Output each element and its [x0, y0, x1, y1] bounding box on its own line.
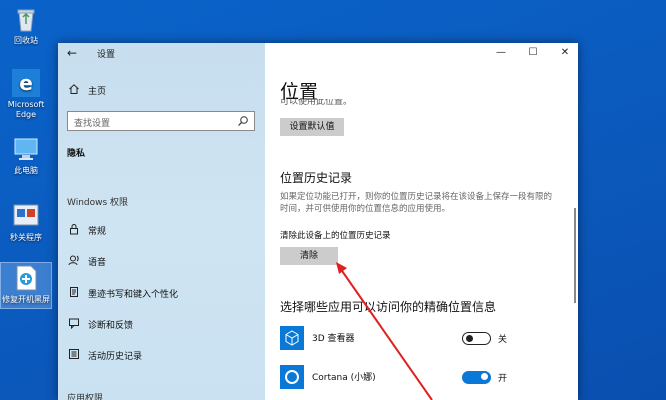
sidebar-item-label: 主页 [88, 87, 107, 97]
clear-history-button[interactable]: 清除 [280, 247, 338, 265]
app-access-heading: 选择哪些应用可以访问你的精确位置信息 [280, 300, 497, 314]
app-name: Cortana (小娜) [312, 373, 376, 383]
location-history-heading: 位置历史记录 [280, 171, 353, 185]
back-arrow-icon[interactable]: ← [67, 46, 77, 60]
cortana-toggle[interactable] [462, 371, 491, 384]
settings-window: ← 设置 主页 查找设置 隐私 Windows 权限 常规 语音 墨迹书写和键入… [58, 43, 578, 400]
section-heading-privacy: 隐私 [67, 149, 86, 159]
lock-icon [70, 224, 78, 235]
desktop-icon-repair-tool[interactable]: 修复开机黑屏 [0, 262, 52, 309]
title-bar: ← 设置 [58, 43, 265, 65]
content-scrollbar[interactable] [574, 208, 576, 303]
sidebar-item-label: 墨迹书写和键入个性化 [88, 290, 179, 300]
3d-viewer-toggle[interactable] [462, 332, 491, 345]
program-icon [13, 204, 39, 226]
toggle-state-label: 开 [498, 374, 508, 384]
sidebar-item-feedback[interactable]: 诊断和反馈 [58, 313, 265, 335]
toggle-knob [481, 373, 488, 380]
history-icon [69, 349, 79, 359]
set-default-button[interactable]: 设置默认值 [280, 118, 344, 136]
settings-content: — ☐ ✕ 位置 可以使用此位置。 设置默认值 位置历史记录 如果定位功能已打开… [265, 43, 578, 400]
sidebar-item-label: 语音 [88, 258, 107, 268]
sidebar-item-label: 诊断和反馈 [88, 321, 134, 331]
close-button[interactable]: ✕ [555, 47, 575, 58]
sidebar-item-label: 活动历史记录 [88, 352, 143, 362]
window-title: 设置 [97, 50, 116, 60]
search-placeholder: 查找设置 [74, 119, 111, 129]
3d-viewer-icon [280, 326, 304, 350]
home-icon [69, 84, 79, 94]
section-heading-app-permissions: 应用权限 [67, 394, 104, 400]
settings-sidebar: ← 设置 主页 查找设置 隐私 Windows 权限 常规 语音 墨迹书写和键入… [58, 43, 265, 400]
sidebar-item-general[interactable]: 常规 [58, 219, 265, 241]
edge-icon: e [12, 69, 40, 97]
clear-history-label: 清除此设备上的位置历史记录 [280, 231, 391, 241]
desktop-icon-edge[interactable]: e Microsoft Edge [1, 68, 51, 120]
partially-scrolled-text: 可以使用此位置。 [280, 99, 353, 107]
app-row-cortana: Cortana (小娜) 开 [280, 365, 560, 391]
app-name: 3D 查看器 [312, 334, 355, 344]
feedback-icon [69, 318, 79, 329]
app-row-3d-viewer: 3D 查看器 关 [280, 326, 560, 352]
sidebar-item-home[interactable]: 主页 [58, 79, 265, 101]
inking-icon [70, 287, 78, 297]
toggle-state-label: 关 [498, 335, 508, 345]
sidebar-item-inking[interactable]: 墨迹书写和键入个性化 [58, 282, 265, 304]
desktop-icon-label: 回收站 [14, 36, 38, 45]
location-history-description: 如果定位功能已打开，则你的位置历史记录将在该设备上保存一段有限的时间，并可供使用… [280, 192, 553, 214]
sidebar-item-speech[interactable]: 语音 [58, 250, 265, 272]
desktop-icon-label: Microsoft Edge [7, 100, 45, 119]
desktop-icon-this-pc[interactable]: 此电脑 [1, 134, 51, 176]
speech-icon [68, 255, 79, 266]
sidebar-item-label: 常规 [88, 227, 107, 237]
maximize-button[interactable]: ☐ [523, 47, 543, 58]
desktop-icon-program[interactable]: 秒关程序 [1, 201, 51, 243]
repair-tool-icon [16, 265, 37, 291]
desktop-icon-recycle-bin[interactable]: 回收站 [1, 4, 51, 46]
desktop-icon-label: 修复开机黑屏 [2, 295, 50, 304]
cortana-icon [280, 365, 304, 389]
settings-search-input[interactable]: 查找设置 [67, 111, 255, 131]
toggle-knob [466, 334, 473, 342]
minimize-button[interactable]: — [491, 47, 511, 58]
search-icon[interactable] [237, 115, 249, 127]
section-heading-windows-permissions: Windows 权限 [67, 198, 129, 208]
desktop-icon-label: 此电脑 [14, 166, 38, 175]
desktop-icon-label: 秒关程序 [10, 233, 42, 242]
svg-text:e: e [19, 71, 33, 95]
this-pc-icon [14, 138, 38, 160]
recycle-bin-icon [17, 9, 35, 32]
sidebar-item-activity-history[interactable]: 活动历史记录 [58, 344, 265, 366]
